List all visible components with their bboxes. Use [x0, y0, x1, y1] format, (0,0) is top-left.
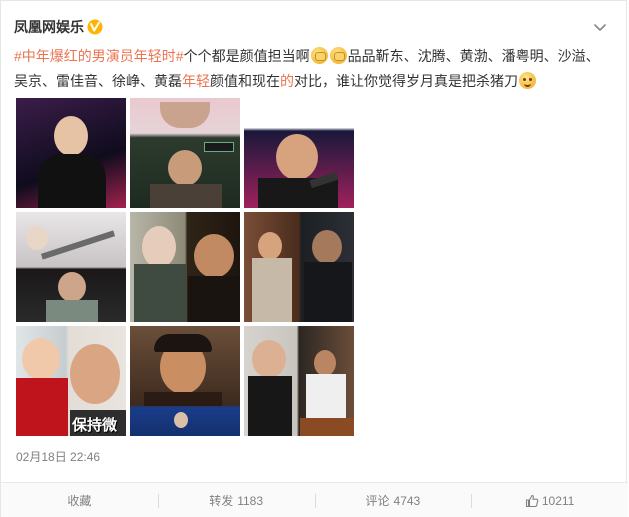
photo-thumbnail[interactable]: 保持微 — [16, 326, 126, 436]
chevron-down-icon[interactable] — [592, 19, 608, 35]
photo-overlay-caption: 保持微 — [72, 417, 118, 434]
photo-thumbnail[interactable] — [130, 212, 240, 322]
post-text-segment: 个个都是颜值担当啊 — [183, 48, 310, 64]
repost-count: 1183 — [237, 493, 264, 508]
photo-thumbnail[interactable] — [130, 326, 240, 436]
verified-v-icon — [87, 19, 103, 35]
weibo-post-card: 凤凰网娱乐 #中年爆红的男演员年轻时#个个都是颜值担当啊 品品靳东、沈腾、黄渤、潘… — [0, 0, 628, 517]
photo-thumbnail[interactable] — [16, 98, 126, 208]
like-button[interactable]: 10211 — [471, 483, 628, 517]
comment-button[interactable]: 评论 4743 — [314, 483, 472, 517]
highlight-text: 年轻 — [182, 73, 210, 89]
favorite-button[interactable]: 收藏 — [1, 483, 158, 517]
highlight-text: 的 — [280, 73, 294, 89]
thumbs-up-icon — [525, 494, 539, 507]
repost-button[interactable]: 转发 1183 — [157, 483, 315, 517]
photo-thumbnail[interactable] — [244, 326, 354, 436]
comment-count: 4743 — [393, 493, 421, 508]
clap-emoji — [310, 47, 328, 64]
photo-grid: 保持微 — [16, 98, 354, 436]
post-timestamp[interactable]: 02月18日 22:46 — [16, 448, 100, 465]
post-text-segment: 对比，谁让你觉得岁月真是把杀猪刀 — [294, 73, 518, 89]
like-count: 10211 — [541, 493, 575, 508]
hashtag-link[interactable]: #中年爆红的男演员年轻时# — [14, 48, 184, 64]
author-name[interactable]: 凤凰网娱乐 — [14, 17, 84, 37]
grin-emoji — [519, 72, 536, 89]
post-text-segment: 颜值和现在 — [210, 73, 280, 89]
post-header: 凤凰网娱乐 — [14, 17, 103, 37]
action-bar: 收藏 转发 1183 评论 4743 10211 — [1, 482, 628, 517]
clap-emoji — [329, 47, 347, 64]
photo-thumbnail[interactable] — [16, 212, 126, 322]
photo-thumbnail[interactable] — [244, 98, 354, 208]
photo-thumbnail[interactable] — [130, 98, 240, 208]
post-text: #中年爆红的男演员年轻时#个个都是颜值担当啊 品品靳东、沈腾、黄渤、潘粤明、沙溢、… — [14, 44, 612, 94]
photo-thumbnail[interactable] — [244, 212, 354, 322]
